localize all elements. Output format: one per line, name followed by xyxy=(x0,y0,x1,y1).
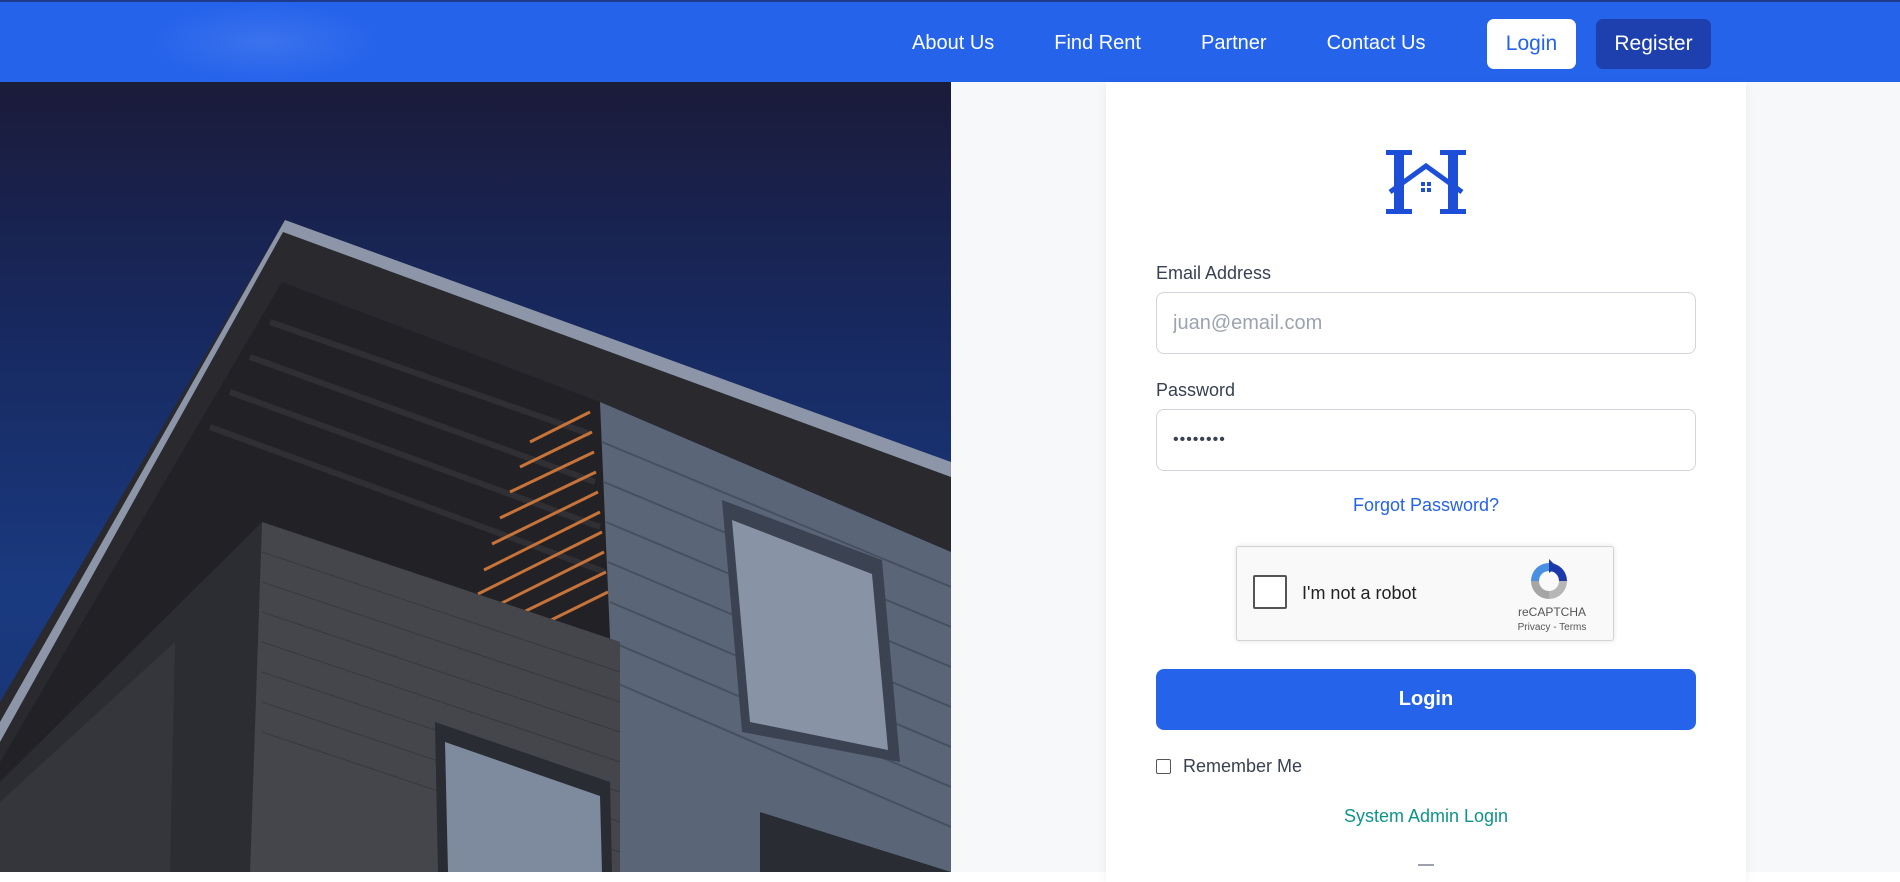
system-admin-login-link[interactable]: System Admin Login xyxy=(1156,806,1696,827)
nav-link-contact-us[interactable]: Contact Us xyxy=(1327,32,1426,55)
login-button[interactable]: Login xyxy=(1156,669,1696,730)
remember-me-checkbox[interactable] xyxy=(1156,759,1171,774)
email-field[interactable] xyxy=(1156,292,1696,354)
password-label: Password xyxy=(1156,380,1236,400)
password-field[interactable] xyxy=(1156,409,1696,471)
recaptcha-label: I'm not a robot xyxy=(1302,583,1417,603)
remember-me-label: Remember Me xyxy=(1183,756,1303,776)
email-label: Email Address xyxy=(1156,263,1272,283)
nav-login-button[interactable]: Login xyxy=(1487,19,1576,69)
nav-register-button[interactable]: Register xyxy=(1596,19,1711,69)
nav-logo[interactable] xyxy=(150,2,380,82)
recaptcha-logo-icon xyxy=(1531,559,1567,599)
nav-links: About Us Find Rent Partner Contact Us xyxy=(912,2,1426,84)
nav-link-partner[interactable]: Partner xyxy=(1201,32,1267,55)
building-illustration xyxy=(0,220,951,872)
building-hero-image xyxy=(0,82,951,872)
house-h-logo-icon xyxy=(1386,150,1466,214)
forgot-password-link[interactable]: Forgot Password? xyxy=(1156,495,1696,516)
cut-off-element xyxy=(1418,864,1434,872)
nav-link-find-rent[interactable]: Find Rent xyxy=(1054,32,1141,55)
nav-link-about-us[interactable]: About Us xyxy=(912,32,994,55)
recaptcha-checkbox[interactable] xyxy=(1253,575,1287,609)
recaptcha-privacy-terms[interactable]: Privacy - Terms xyxy=(1499,622,1605,633)
recaptcha-brand: reCAPTCHA xyxy=(1517,605,1586,619)
top-navbar: About Us Find Rent Partner Contact Us Lo… xyxy=(0,0,1900,82)
recaptcha-widget: I'm not a robot reCAPTCHA Privacy - Term… xyxy=(1236,546,1614,641)
remember-me[interactable]: Remember Me xyxy=(1156,756,1302,777)
